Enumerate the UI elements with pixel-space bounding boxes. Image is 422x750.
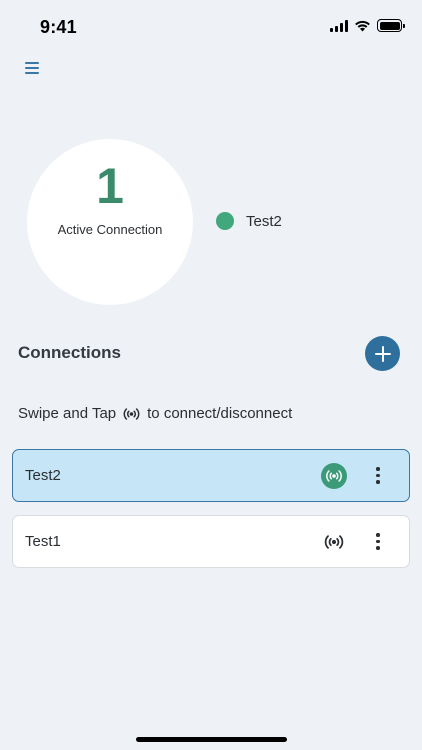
connection-row-test2[interactable]: Test2 <box>12 449 410 502</box>
connection-name: Test2 <box>25 467 61 484</box>
active-connection-name: Test2 <box>246 212 282 230</box>
active-count: 1 <box>96 158 124 214</box>
connection-name: Test1 <box>25 533 61 550</box>
broadcast-signal-icon <box>123 407 140 420</box>
more-options-button[interactable] <box>373 532 383 552</box>
menu-button[interactable] <box>22 58 44 78</box>
broadcast-signal-icon <box>326 469 342 482</box>
battery-icon <box>377 19 405 32</box>
plus-icon <box>374 345 391 362</box>
broadcast-signal-icon <box>324 534 344 549</box>
connections-title: Connections <box>18 343 121 362</box>
cellular-signal-icon <box>330 19 348 32</box>
status-icons <box>330 19 405 32</box>
vertical-ellipsis-icon <box>376 533 380 537</box>
active-connection-item: Test2 <box>216 212 282 230</box>
connect-instruction: Swipe and Tap to connect/disconnect <box>18 405 292 422</box>
instruction-text-after: to connect/disconnect <box>147 405 293 422</box>
instruction-text-before: Swipe and Tap <box>18 405 117 422</box>
status-dot-icon <box>216 212 234 230</box>
connection-row-test1[interactable]: Test1 <box>12 515 410 568</box>
toggle-connection-button[interactable] <box>321 462 347 489</box>
vertical-ellipsis-icon <box>376 467 380 471</box>
status-bar: 9:41 <box>0 0 422 54</box>
more-options-button[interactable] <box>373 466 383 486</box>
active-connection-counter: 1 Active Connection <box>27 139 193 305</box>
home-indicator[interactable] <box>136 737 287 742</box>
hamburger-menu-icon <box>25 62 39 64</box>
app-screen: 9:41 1 Active Connection Test2 Connectio… <box>0 0 422 750</box>
status-time: 9:41 <box>40 17 77 37</box>
add-connection-button[interactable] <box>365 336 400 371</box>
active-count-label: Active Connection <box>57 222 163 237</box>
toggle-connection-button[interactable] <box>321 529 347 555</box>
wifi-icon <box>355 20 370 31</box>
